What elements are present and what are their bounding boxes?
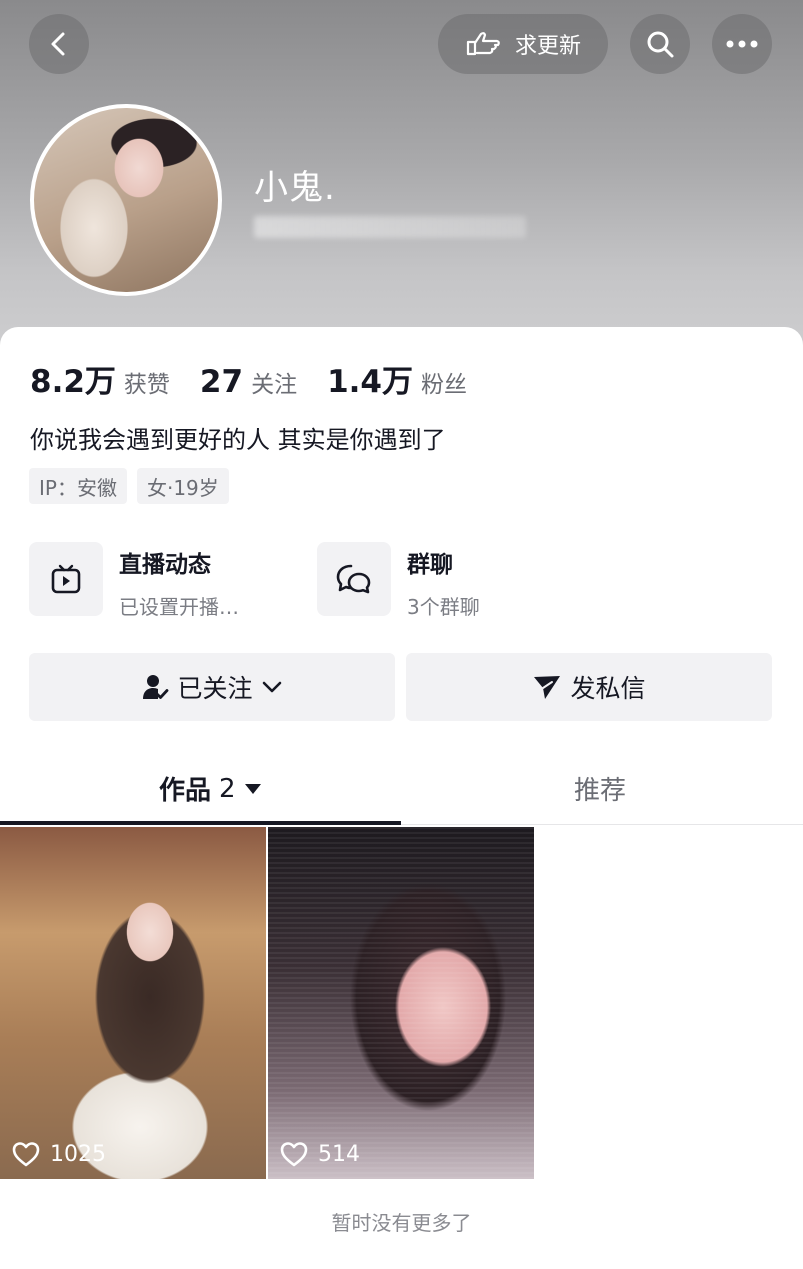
heart-icon [280, 1142, 308, 1167]
avatar[interactable] [30, 104, 222, 296]
stat-value: 8.2万 [30, 364, 116, 400]
followed-label: 已关注 [177, 674, 253, 703]
tv-play-icon [51, 564, 81, 594]
tab-works-label: 作品 [159, 776, 212, 806]
profile-bio: 你说我会遇到更好的人 其实是你遇到了 [30, 426, 446, 454]
like-count-value: 514 [318, 1141, 360, 1167]
back-button[interactable] [29, 14, 89, 74]
more-button[interactable] [712, 14, 772, 74]
blurred-account-id [254, 216, 526, 238]
stat-label: 粉丝 [420, 372, 467, 398]
group-chat-title: 群聊 [407, 552, 453, 578]
tab-recommend-label: 推荐 [574, 776, 627, 806]
nickname: 小鬼. [254, 168, 336, 208]
tab-works[interactable]: 作品 2 [159, 770, 262, 807]
live-updates-title: 直播动态 [119, 552, 211, 578]
live-updates-entry[interactable]: 直播动态 已设置开播… [29, 542, 239, 620]
request-update-label: 求更新 [514, 34, 581, 59]
user-check-icon [143, 675, 169, 699]
entry-icon-box [317, 542, 391, 616]
ip-location-tag: IP：安徽 [29, 468, 127, 504]
search-icon [647, 31, 674, 58]
entry-icon-box [29, 542, 103, 616]
send-icon [534, 676, 561, 699]
like-count-value: 1025 [50, 1141, 106, 1167]
send-message-button[interactable]: 发私信 [406, 653, 772, 721]
chevron-left-icon [51, 32, 65, 56]
tab-works-count: 2 [219, 773, 236, 804]
live-updates-subtitle: 已设置开播… [119, 595, 239, 619]
more-dots-icon [726, 40, 758, 48]
search-button[interactable] [630, 14, 690, 74]
video-thumbnail[interactable]: 1025 [0, 827, 266, 1179]
tab-recommend[interactable]: 推荐 [574, 770, 626, 807]
group-chat-entry[interactable]: 群聊 3个群聊 [317, 542, 480, 620]
pointing-hand-icon [466, 32, 500, 56]
gender-age-tag: 女·19岁 [136, 468, 229, 504]
followed-button[interactable]: 已关注 [29, 653, 395, 721]
stat-label: 关注 [251, 372, 298, 398]
profile-tags: IP：安徽 女·19岁 [29, 468, 229, 504]
caret-down-icon [244, 783, 261, 794]
stat-value: 27 [199, 364, 244, 400]
group-chat-subtitle: 3个群聊 [407, 595, 480, 619]
no-more-content-note: 暂时没有更多了 [331, 1211, 472, 1235]
chevron-down-icon [262, 681, 281, 693]
like-count: 514 [280, 1141, 360, 1167]
stat-following[interactable]: 27 关注 [200, 364, 297, 400]
stat-value: 1.4万 [327, 364, 413, 400]
heart-icon [12, 1142, 40, 1167]
stat-likes[interactable]: 8.2万 获赞 [30, 356, 170, 401]
like-count: 1025 [12, 1141, 106, 1167]
stat-followers[interactable]: 1.4万 粉丝 [327, 356, 467, 401]
active-tab-indicator [0, 821, 401, 825]
send-message-label: 发私信 [570, 674, 646, 703]
profile-stats: 8.2万 获赞 27 关注 1.4万 粉丝 [30, 356, 497, 401]
stat-label: 获赞 [123, 372, 170, 398]
request-update-button[interactable]: 求更新 [438, 14, 608, 74]
video-thumbnail[interactable]: 514 [268, 827, 534, 1179]
group-chat-icon [336, 564, 371, 594]
